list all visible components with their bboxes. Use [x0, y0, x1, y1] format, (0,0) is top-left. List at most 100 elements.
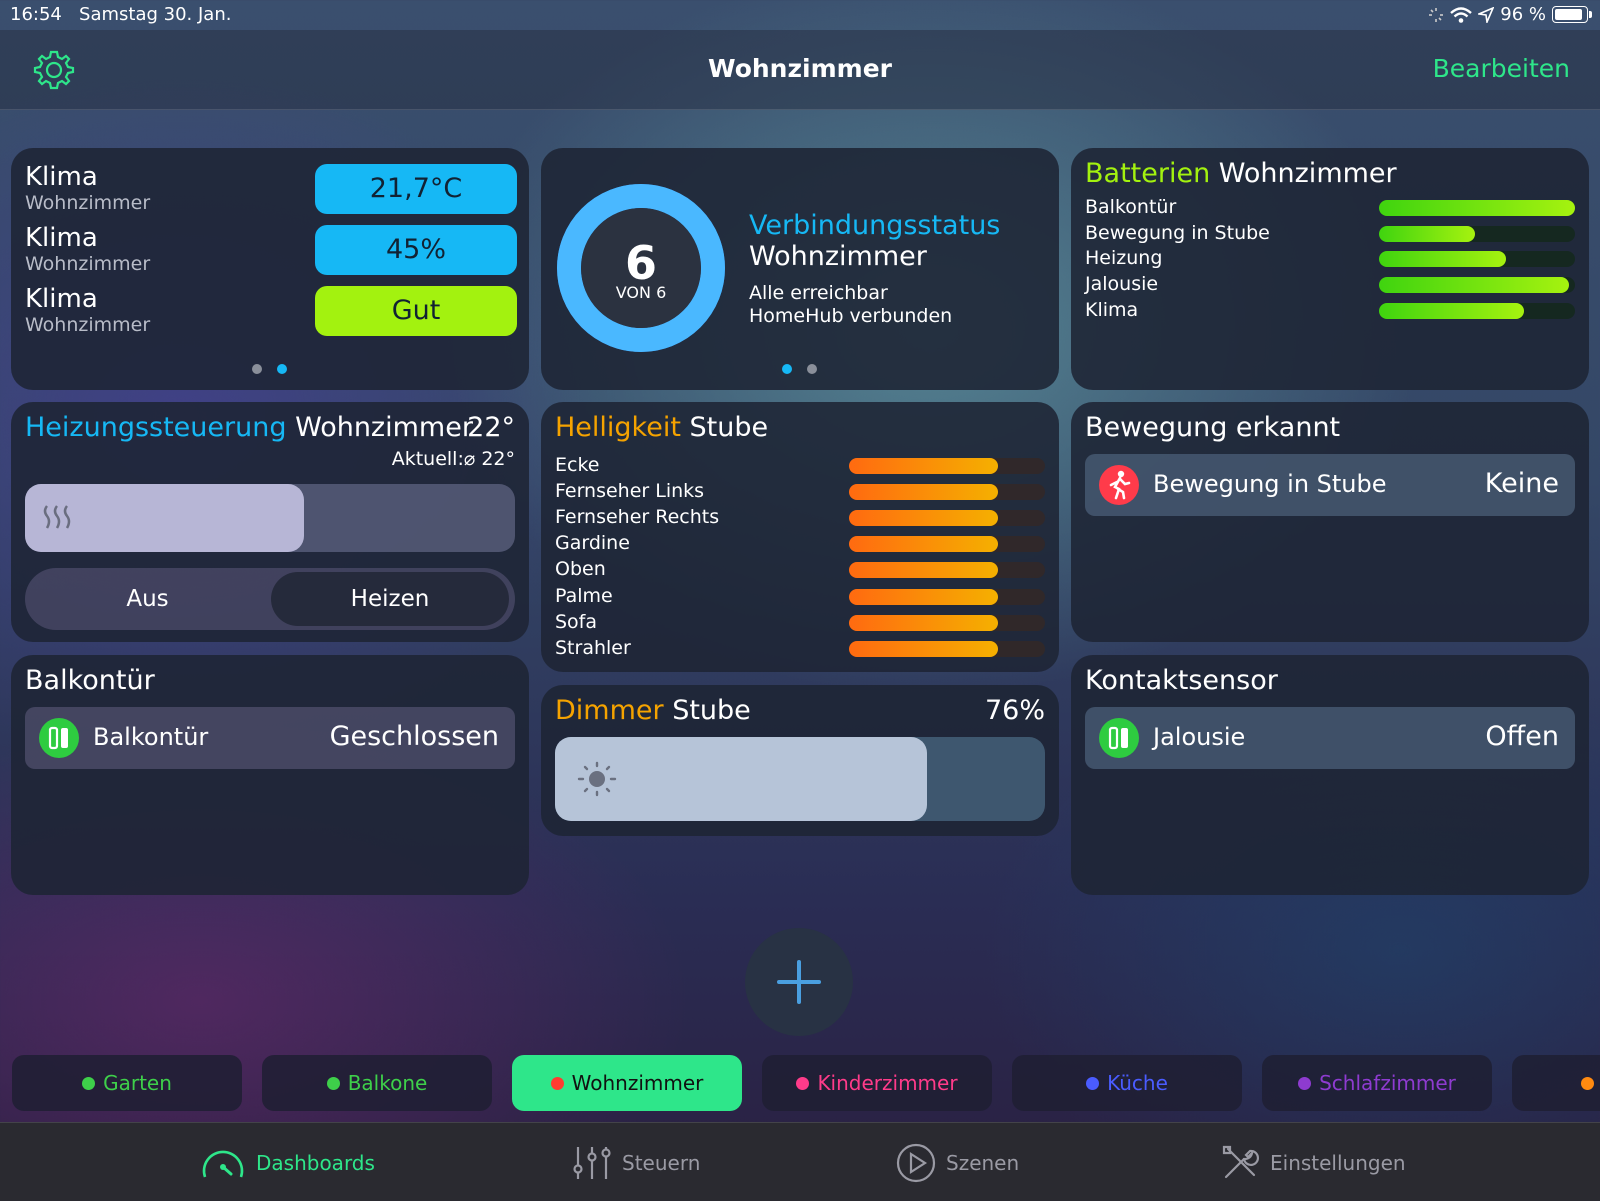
brightness-bar[interactable] [849, 588, 1045, 605]
humidity-pill[interactable]: 45% [315, 225, 517, 275]
battery-bar-fill [1379, 302, 1525, 319]
battery-label: Klima [1085, 298, 1139, 321]
balcony-door-row[interactable]: Balkontür Geschlossen [25, 707, 515, 769]
air-quality-pill[interactable]: Gut [315, 286, 517, 336]
brightness-label: Palme [555, 584, 613, 607]
door-sensor-icon [39, 718, 79, 758]
battery-label: Jalousie [1085, 273, 1159, 296]
page-dot-1[interactable] [782, 364, 792, 374]
connection-details: Alle erreichbar HomeHub verbunden [749, 282, 953, 327]
motion-icon [1099, 465, 1139, 505]
brightness-bar-fill [849, 484, 998, 501]
motion-card: Bewegung erkannt Bewegung in Stube Keine [1071, 402, 1589, 642]
balcony-door-title: Balkontür [25, 665, 155, 696]
brightness-bar[interactable] [849, 536, 1045, 553]
status-date: Samstag 30. Jan. [79, 4, 232, 25]
bottom-tab-bar: Dashboards Steuern Szenen Einstellungen [0, 1122, 1600, 1201]
klima-row-1: Klima Wohnzimmer [25, 162, 151, 214]
battery-label: Balkontür [1085, 196, 1177, 218]
connection-title: Verbindungsstatus Wohnzimmer [749, 210, 1001, 272]
edit-button[interactable]: Bearbeiten [1433, 54, 1570, 83]
speedometer-icon [202, 1150, 244, 1178]
page-title: Wohnzimmer [708, 54, 892, 83]
brightness-label: Fernseher Rechts [555, 506, 720, 529]
brightness-bar[interactable] [849, 458, 1045, 474]
room-dot [326, 1076, 340, 1090]
room-tab-label: Wohnzimmer [571, 1071, 704, 1095]
plus-icon [777, 960, 821, 1004]
page-dot-2[interactable] [807, 364, 817, 374]
heating-title: Heizungssteuerung Wohnzimmer [25, 412, 473, 443]
room-dot [1086, 1076, 1100, 1090]
add-widget-button[interactable] [745, 928, 853, 1036]
room-tab-partial[interactable] [1512, 1055, 1600, 1111]
dimmer-percent: 76% [984, 695, 1045, 726]
contact-sensor-row[interactable]: Jalousie Offen [1085, 707, 1575, 769]
contact-sensor-card: Kontaktsensor Jalousie Offen [1071, 655, 1589, 895]
room-tab[interactable]: Küche [1012, 1055, 1242, 1111]
connection-total: VON 6 [615, 283, 667, 302]
room-tab[interactable]: Garten [12, 1055, 242, 1111]
klima-row-2: Klima Wohnzimmer [25, 223, 151, 275]
mode-off-button[interactable]: Aus [25, 568, 270, 630]
brightness-label: Fernseher Links [555, 480, 705, 503]
klima-card: Klima Wohnzimmer 21,7°C Klima Wohnzimmer… [11, 148, 529, 390]
brightness-bar[interactable] [849, 562, 1045, 579]
battery-bar [1379, 302, 1575, 319]
battery-percent: 96 % [1500, 4, 1546, 25]
room-dot [82, 1076, 96, 1090]
dimmer-slider[interactable] [555, 737, 1045, 821]
brightness-card: Helligkeit Stube Ecke Fernseher Links Fern… [541, 402, 1059, 672]
brightness-bar-fill [849, 588, 998, 605]
mode-heat-button[interactable]: Heizen [271, 572, 509, 626]
brightness-bar[interactable] [849, 640, 1045, 657]
battery-bar-fill [1379, 200, 1575, 216]
tab-einstellungen[interactable]: Einstellungen [1220, 1143, 1406, 1183]
sliders-icon [573, 1147, 611, 1179]
battery-bar-fill [1379, 225, 1476, 242]
motion-row[interactable]: Bewegung in Stube Keine [1085, 454, 1575, 516]
brightness-bar-fill [849, 458, 998, 474]
tab-dashboards[interactable]: Dashboards [200, 1143, 375, 1183]
page-dot-1[interactable] [252, 364, 262, 374]
brightness-bar-fill [849, 614, 998, 631]
room-tab[interactable]: Balkone [262, 1055, 492, 1111]
room-tab-label: Küche [1107, 1071, 1168, 1095]
room-tab-label: Garten [103, 1071, 172, 1095]
page-dot-2[interactable] [277, 364, 287, 374]
connection-status-card: 6 VON 6 Verbindungsstatus Wohnzimmer All… [541, 148, 1059, 390]
brightness-bar[interactable] [849, 614, 1045, 631]
brightness-bar[interactable] [849, 484, 1045, 501]
room-dot [550, 1076, 564, 1090]
heating-card: Heizungssteuerung Wohnzimmer 22° Aktuell… [11, 402, 529, 642]
tab-steuern[interactable]: Steuern [572, 1143, 700, 1183]
heat-waves-icon [43, 505, 71, 529]
brightness-bar[interactable] [849, 510, 1045, 527]
tools-icon [1222, 1145, 1259, 1179]
room-tab-label: Schlafzimmer [1319, 1071, 1456, 1095]
battery-icon [1552, 6, 1592, 23]
dimmer-card: Dimmer Stube 76% [541, 685, 1059, 836]
klima-row-3: Klima Wohnzimmer [25, 284, 151, 336]
room-tab[interactable]: Schlafzimmer [1262, 1055, 1492, 1111]
room-dot [1581, 1076, 1594, 1090]
battery-bar [1379, 225, 1575, 242]
heating-slider[interactable] [25, 484, 515, 552]
room-tab[interactable]: Kinderzimmer [762, 1055, 992, 1111]
brightness-bar-fill [849, 640, 998, 657]
batteries-card: Batterien Wohnzimmer Balkontür Bewegung i… [1071, 148, 1589, 390]
battery-label: Heizung [1085, 247, 1163, 270]
room-tab[interactable]: Wohnzimmer [512, 1055, 742, 1111]
brightness-bar-fill [849, 510, 998, 527]
brightness-label: Sofa [555, 610, 598, 633]
tab-szenen[interactable]: Szenen [896, 1143, 1019, 1183]
battery-label: Bewegung in Stube [1085, 221, 1270, 244]
brightness-bar-fill [849, 536, 998, 553]
heating-target: 22° [467, 412, 515, 443]
temperature-pill[interactable]: 21,7°C [315, 164, 517, 214]
battery-bar [1379, 251, 1575, 268]
batteries-title: Batterien Wohnzimmer [1085, 158, 1397, 189]
contact-sensor-title: Kontaktsensor [1085, 665, 1278, 696]
status-bar: 16:54 Samstag 30. Jan. 96 % [0, 0, 1600, 30]
wifi-icon [1450, 6, 1473, 23]
